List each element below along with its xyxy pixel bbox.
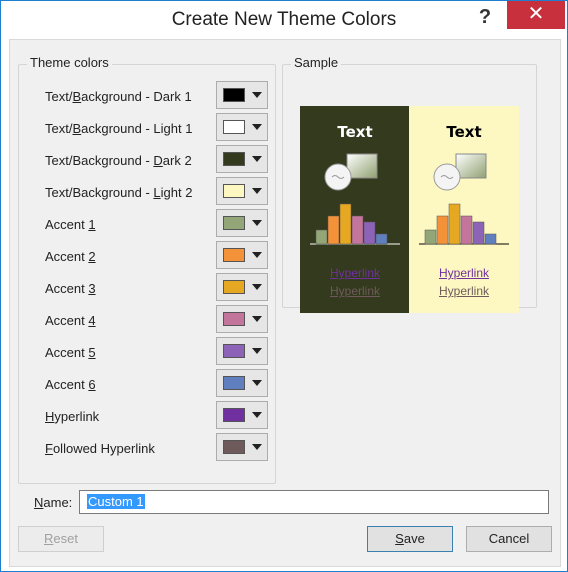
sample-bar [339,203,352,245]
followed-hyperlink-color-button[interactable] [216,433,268,461]
chevron-down-icon [252,92,262,98]
chevron-down-icon [252,220,262,226]
sample-bar [436,215,449,245]
followed-hyperlink-label: Followed Hyperlink [45,441,155,456]
chevron-down-icon [252,188,262,194]
accent-4-swatch [223,312,245,326]
sample-legend: Sample [291,55,342,70]
help-button[interactable]: ? [471,3,499,31]
cancel-button[interactable]: Cancel [466,526,552,552]
chevron-down-icon [252,124,262,130]
accent-5-swatch [223,344,245,358]
sample-bar [460,215,473,245]
text-background-light-2-label: Text/Background - Light 2 [45,185,193,200]
accent-1-color-button[interactable] [216,209,268,237]
sample-bar [327,215,340,245]
sample-dark-pane: Text Hyperlink Hyperlink [300,106,410,313]
hyperlink-color-button[interactable] [216,401,268,429]
text-background-light-1-color-button[interactable] [216,113,268,141]
chevron-down-icon [252,316,262,322]
text-background-dark-1-label: Text/Background - Dark 1 [45,89,192,104]
name-input[interactable]: Custom 1 [79,490,549,514]
sample-text-light: Text [446,123,482,141]
save-button[interactable]: Save [367,526,453,552]
theme-colors-legend: Theme colors [27,55,112,70]
chevron-down-icon [252,252,262,258]
chevron-down-icon [252,380,262,386]
sample-bar [363,221,376,245]
text-background-dark-2-swatch [223,152,245,166]
sample-followed-hyperlink-light: Hyperlink [438,284,489,298]
sample-followed-hyperlink-dark: Hyperlink [329,284,380,298]
chevron-down-icon [252,156,262,162]
accent-4-color-button[interactable] [216,305,268,333]
accent-5-label: Accent 5 [45,345,96,360]
chevron-down-icon [252,412,262,418]
chevron-down-icon [252,284,262,290]
close-button[interactable]: ✕ [507,1,565,29]
chevron-down-icon [252,444,262,450]
sample-bar [448,203,461,245]
text-background-light-1-swatch [223,120,245,134]
sample-graphic-dark [310,153,400,245]
reset-button[interactable]: Reset [18,526,104,552]
sample-bar [472,221,485,245]
title-bar: Create New Theme Colors ? ✕ [1,1,567,39]
sample-group: Sample Text Hyperlink Hyperlink Text Hyp… [282,55,537,313]
text-background-dark-2-color-button[interactable] [216,145,268,173]
sample-hyperlink-light: Hyperlink [438,266,489,280]
text-background-dark-2-label: Text/Background - Dark 2 [45,153,192,168]
name-label: Name: [34,495,73,510]
text-background-light-2-color-button[interactable] [216,177,268,205]
text-background-light-1-label: Text/Background - Light 1 [45,121,193,136]
hyperlink-label: Hyperlink [45,409,100,424]
accent-2-label: Accent 2 [45,249,96,264]
sample-bar [424,229,437,245]
accent-2-swatch [223,248,245,262]
text-background-light-2-swatch [223,184,245,198]
dialog-body: Theme colors Text/Background - Dark 1 Tex… [9,39,561,567]
sample-bar [351,215,364,245]
accent-1-label: Accent 1 [45,217,96,232]
text-background-dark-1-swatch [223,88,245,102]
accent-3-label: Accent 3 [45,281,96,296]
name-input-value: Custom 1 [87,494,145,509]
theme-colors-group: Theme colors Text/Background - Dark 1 Tex… [18,55,276,484]
accent-6-swatch [223,376,245,390]
accent-3-swatch [223,280,245,294]
sample-rectangle-light [455,153,487,179]
sample-bar [484,233,497,245]
accent-6-color-button[interactable] [216,369,268,397]
hyperlink-swatch [223,408,245,422]
accent-5-color-button[interactable] [216,337,268,365]
sample-bar [315,229,328,245]
accent-6-label: Accent 6 [45,377,96,392]
sample-text-dark: Text [337,123,373,141]
accent-2-color-button[interactable] [216,241,268,269]
accent-3-color-button[interactable] [216,273,268,301]
chevron-down-icon [252,348,262,354]
sample-preview: Text Hyperlink Hyperlink Text Hyperlink … [300,106,519,313]
sample-rectangle-dark [346,153,378,179]
dialog-window: Create New Theme Colors ? ✕ Theme colors… [0,0,568,572]
sample-light-pane: Text Hyperlink Hyperlink [409,106,519,313]
followed-hyperlink-swatch [223,440,245,454]
sample-graphic-light [419,153,509,245]
sample-hyperlink-dark: Hyperlink [329,266,380,280]
accent-1-swatch [223,216,245,230]
text-background-dark-1-color-button[interactable] [216,81,268,109]
sample-bar [375,233,388,245]
accent-4-label: Accent 4 [45,313,96,328]
